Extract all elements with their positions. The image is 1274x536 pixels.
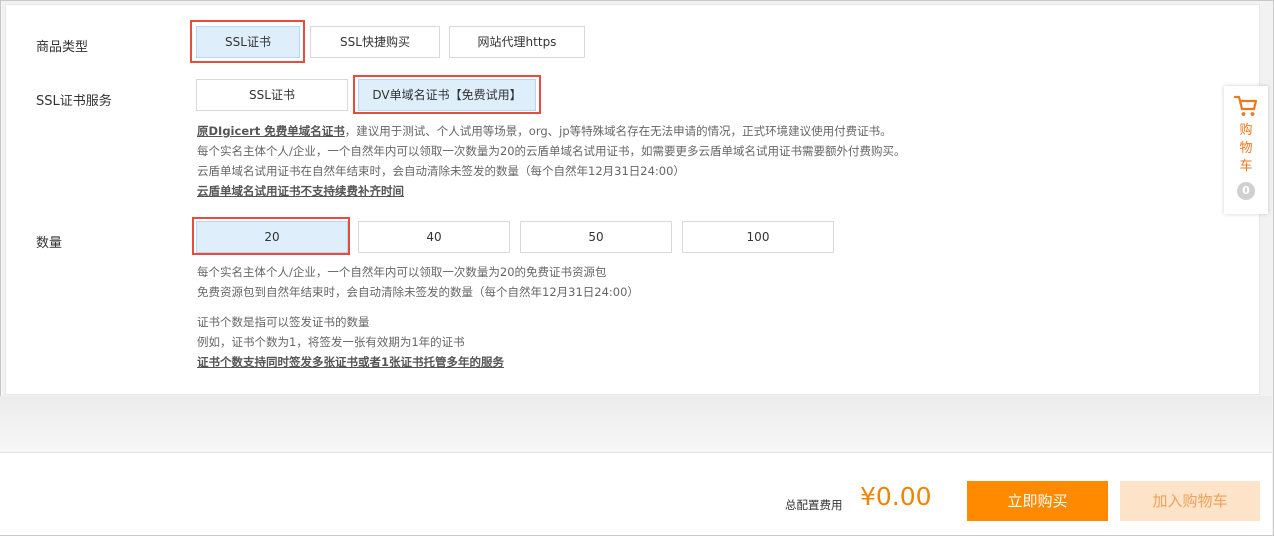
highlight-box <box>190 20 305 63</box>
product-type-option-proxy-https[interactable]: 网站代理https <box>449 26 585 58</box>
quantity-option-50[interactable]: 50 <box>520 221 672 253</box>
quantity-desc-2: 免费资源包到自然年结束时，会自动清除未签发的数量（每个自然年12月31日24:0… <box>197 285 639 299</box>
total-price: ¥0.00 <box>860 482 932 511</box>
quantity-multi-link[interactable]: 证书个数支持同时签发多张证书或者1张证书托管多年的服务 <box>197 352 504 372</box>
cart-count-badge: 0 <box>1237 182 1255 200</box>
quantity-label: 数量 <box>36 236 63 251</box>
ssl-service-desc-1: 原DIgicert 免费单域名证书，建议用于测试、个人试用等场景，org、jp等… <box>197 124 892 138</box>
product-type-label: 商品类型 <box>36 40 89 55</box>
ssl-service-desc-2: 每个实名主体个人/企业，一个自然年内可以领取一次数量为20的云盾单域名试用证书，… <box>197 144 906 158</box>
quantity-option-40[interactable]: 40 <box>358 221 510 253</box>
highlight-box <box>353 75 541 114</box>
total-cost-label: 总配置费用 <box>785 498 843 512</box>
product-type-option-quick-buy[interactable]: SSL快捷购买 <box>310 26 440 58</box>
ssl-service-label: SSL证书服务 <box>36 94 112 109</box>
buy-now-button[interactable]: 立即购买 <box>967 481 1108 521</box>
ssl-service-renew-link[interactable]: 云盾单域名试用证书不支持续费补齐时间 <box>197 181 404 201</box>
digicert-link[interactable]: 原DIgicert 免费单域名证书 <box>197 124 345 138</box>
quantity-desc-3: 证书个数是指可以签发证书的数量 <box>197 315 370 329</box>
divider-shadow <box>0 396 1272 452</box>
highlight-box <box>192 217 350 255</box>
ssl-service-option-ssl[interactable]: SSL证书 <box>196 79 348 111</box>
shopping-cart-icon <box>1233 95 1258 116</box>
quantity-desc-1: 每个实名主体个人/企业，一个自然年内可以领取一次数量为20的免费证书资源包 <box>197 265 607 279</box>
add-to-cart-button[interactable]: 加入购物车 <box>1120 481 1260 521</box>
quantity-option-100[interactable]: 100 <box>682 221 834 253</box>
cart-label: 购物车 <box>1239 123 1253 174</box>
quantity-desc-4: 例如，证书个数为1，将签发一张有效期为1年的证书 <box>197 335 465 349</box>
ssl-service-desc-3: 云盾单域名试用证书在自然年结束时，会自动清除未签发的数量（每个自然年12月31日… <box>197 164 685 178</box>
cart-widget[interactable]: 购物车 0 <box>1224 86 1268 214</box>
